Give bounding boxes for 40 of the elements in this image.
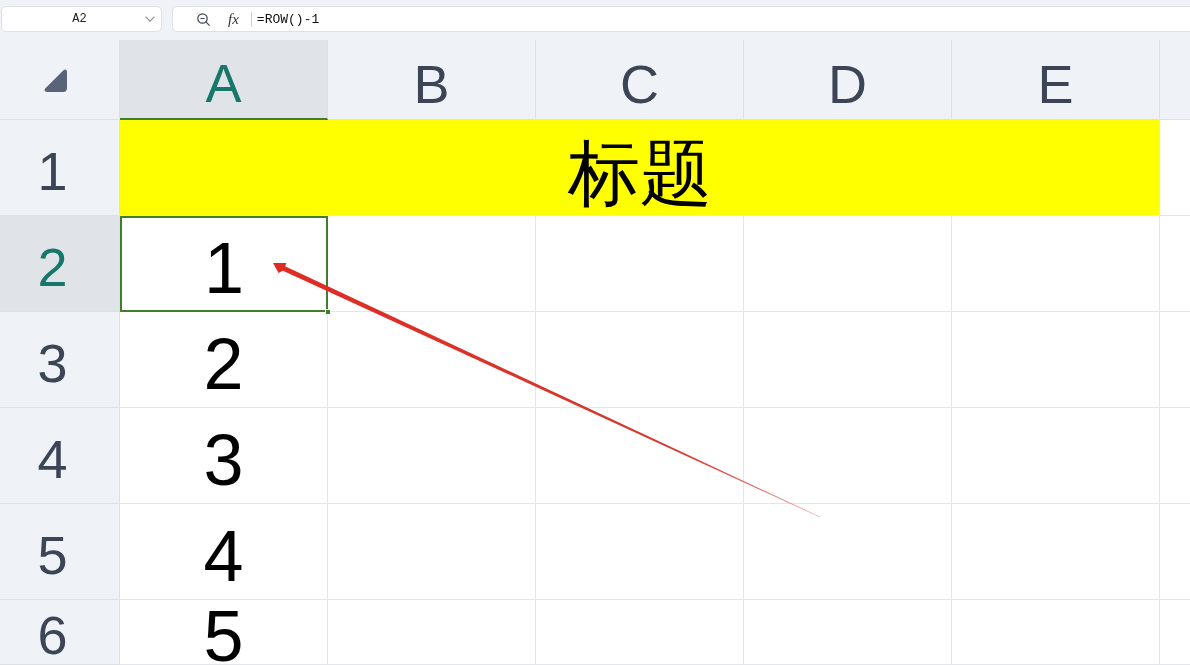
- select-all-icon[interactable]: [44, 69, 67, 92]
- table-cell[interactable]: 5: [120, 600, 328, 665]
- column-header[interactable]: A: [120, 40, 328, 120]
- row-header[interactable]: 6: [0, 600, 120, 665]
- table-cell[interactable]: 2: [120, 312, 328, 408]
- table-cell[interactable]: [952, 504, 1160, 600]
- zoom-out-icon[interactable]: [197, 12, 210, 26]
- table-cell[interactable]: [952, 216, 1160, 312]
- row-header[interactable]: 2: [0, 216, 120, 312]
- table-cell[interactable]: [328, 600, 536, 665]
- table-cell[interactable]: [536, 216, 744, 312]
- row-header[interactable]: 1: [0, 120, 120, 216]
- formula-input[interactable]: =ROW()-1: [256, 11, 320, 27]
- merged-cell[interactable]: 标题: [120, 120, 1160, 216]
- table-cell[interactable]: 4: [120, 504, 328, 600]
- table-cell[interactable]: [744, 600, 952, 665]
- table-cell[interactable]: [536, 504, 744, 600]
- insert-function-button[interactable]: fx: [226, 10, 241, 28]
- table-cell[interactable]: [952, 600, 1160, 665]
- table-cell[interactable]: 3: [120, 408, 328, 504]
- row-header[interactable]: 5: [0, 504, 120, 600]
- table-cell[interactable]: [536, 600, 744, 665]
- table-cell[interactable]: [952, 408, 1160, 504]
- table-cell[interactable]: 1: [120, 216, 328, 312]
- table-cell[interactable]: [744, 504, 952, 600]
- table-cell[interactable]: [328, 504, 536, 600]
- column-header[interactable]: B: [328, 40, 536, 120]
- table-cell[interactable]: [744, 216, 952, 312]
- column-header[interactable]: C: [536, 40, 744, 120]
- row-header[interactable]: 4: [0, 408, 120, 504]
- table-cell[interactable]: [952, 312, 1160, 408]
- row-header[interactable]: 3: [0, 312, 120, 408]
- table-cell[interactable]: [744, 312, 952, 408]
- table-cell[interactable]: [328, 408, 536, 504]
- name-box[interactable]: A2: [1, 6, 162, 32]
- column-header[interactable]: [1160, 40, 1190, 120]
- column-header[interactable]: E: [952, 40, 1160, 120]
- caret-icon[interactable]: [145, 16, 155, 22]
- fill-handle-icon[interactable]: [325, 309, 331, 315]
- column-header[interactable]: D: [744, 40, 952, 120]
